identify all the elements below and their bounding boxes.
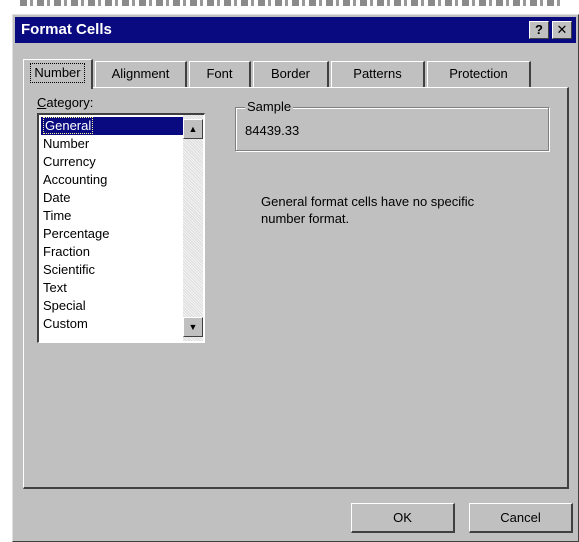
category-label-accesskey: C — [37, 95, 47, 110]
scroll-up-icon[interactable]: ▲ — [183, 119, 203, 139]
tab-number[interactable]: Number — [23, 59, 93, 89]
category-listbox[interactable]: General Number Currency Accounting Date … — [37, 113, 205, 343]
title-bar[interactable]: Format Cells ? ✕ — [15, 17, 576, 43]
tab-alignment[interactable]: Alignment — [95, 61, 187, 87]
dialog-title: Format Cells — [21, 21, 112, 38]
tab-border[interactable]: Border — [253, 61, 329, 87]
category-item-percentage[interactable]: Percentage — [41, 225, 183, 243]
category-item-number[interactable]: Number — [41, 135, 183, 153]
category-item-scientific[interactable]: Scientific — [41, 261, 183, 279]
category-item-fraction[interactable]: Fraction — [41, 243, 183, 261]
category-item-special[interactable]: Special — [41, 297, 183, 315]
background-document-strip — [0, 0, 579, 15]
category-item-custom[interactable]: Custom — [41, 315, 183, 333]
background-text-fragment — [20, 0, 560, 6]
tab-patterns[interactable]: Patterns — [331, 61, 425, 87]
category-item-date[interactable]: Date — [41, 189, 183, 207]
help-button[interactable]: ? — [529, 21, 549, 39]
close-button[interactable]: ✕ — [552, 21, 572, 39]
category-item-general-label: General — [43, 117, 94, 134]
category-item-text[interactable]: Text — [41, 279, 183, 297]
tab-protection[interactable]: Protection — [427, 61, 531, 87]
category-label-text: ategory: — [46, 95, 94, 110]
ok-button[interactable]: OK — [351, 503, 455, 533]
category-item-general[interactable]: General — [41, 117, 183, 135]
category-scrollbar[interactable]: ▲ ▼ — [183, 115, 203, 341]
category-item-currency[interactable]: Currency — [41, 153, 183, 171]
category-item-accounting[interactable]: Accounting — [41, 171, 183, 189]
format-description: General format cells have no specific nu… — [261, 194, 475, 226]
format-cells-dialog: Format Cells ? ✕ Number Alignment Font B… — [12, 14, 579, 542]
tab-number-label: Number — [30, 63, 85, 83]
category-item-time[interactable]: Time — [41, 207, 183, 225]
category-label: Category: — [37, 95, 93, 110]
cancel-button[interactable]: Cancel — [469, 503, 573, 533]
sample-value: 84439.33 — [245, 123, 300, 138]
tab-font[interactable]: Font — [189, 61, 251, 87]
sample-label: Sample — [245, 99, 294, 115]
scroll-down-icon[interactable]: ▼ — [183, 317, 203, 337]
